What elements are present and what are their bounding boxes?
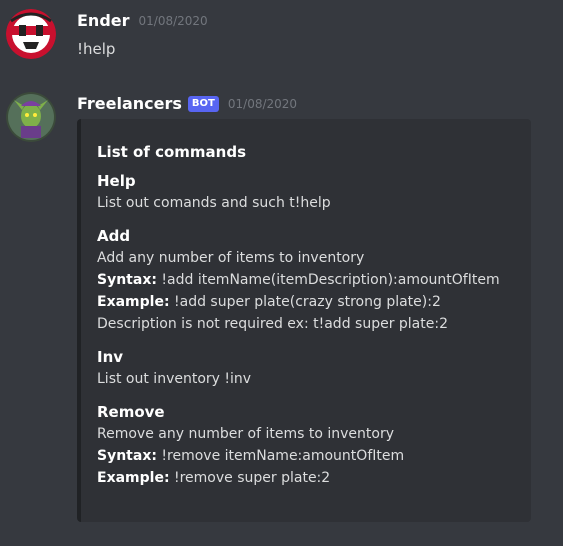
field-text: Description is not required ex: t!add su…	[97, 316, 448, 332]
field-line: Syntax: !add itemName(itemDescription):a…	[97, 269, 517, 291]
field-line: Example: !remove super plate:2	[97, 467, 517, 489]
field-text: Add any number of items to inventory	[97, 250, 365, 266]
embed-title: List of commands	[97, 143, 246, 161]
field-text: List out comands and such t!help	[97, 195, 331, 211]
field-text: !remove itemName:amountOfItem	[156, 448, 405, 464]
field-text: List out inventory !inv	[97, 371, 252, 387]
field-name: Add	[97, 227, 131, 245]
field-text: Remove any number of items to inventory	[97, 426, 394, 442]
field-text: !add super plate(crazy strong plate):2	[169, 294, 441, 310]
field-line: Description is not required ex: t!add su…	[97, 313, 517, 335]
avatar[interactable]	[6, 92, 56, 142]
field-label: Example:	[97, 470, 170, 486]
field-line: List out comands and such t!help	[97, 192, 517, 214]
field-name: Inv	[97, 348, 124, 366]
field-label: Syntax:	[97, 272, 157, 288]
field-line: Remove any number of items to inventory	[97, 423, 517, 445]
field-inv: Inv List out inventory !inv	[97, 346, 517, 390]
field-name: Help	[97, 172, 136, 190]
field-line: List out inventory !inv	[97, 368, 517, 390]
timestamp: 01/08/2020	[227, 96, 298, 111]
field-text: !remove super plate:2	[169, 470, 331, 486]
field-line: Syntax: !remove itemName:amountOfItem	[97, 445, 517, 467]
timestamp: 01/08/2020	[138, 13, 208, 28]
message-text: !help	[77, 40, 116, 58]
username[interactable]: Freelancers	[77, 94, 182, 113]
embed: List of commands Help List out comands a…	[77, 119, 531, 522]
green-goblin-avatar-icon	[6, 92, 56, 142]
bot-tag: BOT	[187, 95, 219, 112]
field-remove: Remove Remove any number of items to inv…	[97, 401, 517, 489]
field-line: Example: !add super plate(crazy strong p…	[97, 291, 517, 313]
field-text: !add itemName(itemDescription):amountOfI…	[156, 272, 500, 288]
field-name: Remove	[97, 403, 165, 421]
field-help: Help List out comands and such t!help	[97, 170, 517, 214]
username[interactable]: Ender	[77, 11, 130, 30]
field-line: Add any number of items to inventory	[97, 247, 517, 269]
field-add: Add Add any number of items to inventory…	[97, 225, 517, 335]
avatar[interactable]	[6, 9, 56, 59]
field-label: Example:	[97, 294, 170, 310]
field-label: Syntax:	[97, 448, 157, 464]
red-robot-avatar-icon	[6, 9, 56, 59]
